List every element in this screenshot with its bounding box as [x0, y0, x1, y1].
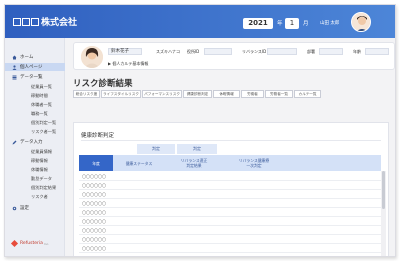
main-content: 鈴木花子 スズキハナコ 役所ID リバランスID 部署 年齢 ▶ 個人カルテ基本… [65, 38, 395, 256]
table-scrollbar[interactable] [381, 171, 386, 256]
health-check-panel: 健康診断判定 判定 判定 年度 健康ステータス リバランス適正 判定結果 リバラ… [73, 122, 389, 256]
section-title: 健康診断判定 [81, 133, 115, 139]
profile-avatar [81, 46, 103, 68]
page-title: リスク診断結果 [73, 79, 133, 89]
table-row[interactable]: 〇〇〇〇〇〇 [79, 235, 381, 244]
scrollbar-thumb[interactable] [382, 171, 385, 209]
top-header-bar: 株式会社 2021 年 1 月 山田 太郎 [5, 5, 395, 38]
sidebar-subitem[interactable]: 稼動情報 [31, 158, 48, 164]
age-label: 年齢 [353, 49, 361, 54]
brand-suffix: Inc. [43, 241, 50, 246]
sidebar-item-personal-page[interactable]: 個人ページ [5, 63, 65, 71]
sidebar-subitem[interactable]: 休職者一覧 [31, 102, 52, 108]
sidebar-item-label: 個人ページ [20, 65, 43, 70]
logo-square-icon [31, 17, 39, 26]
age-field [365, 48, 389, 55]
sidebar-subitem[interactable]: 従業員情報 [31, 149, 52, 155]
month-unit-label: 月 [303, 21, 309, 27]
tab-leave-info[interactable]: 休暇情報 [213, 90, 240, 98]
sidebar-item-settings[interactable]: 設定 [5, 204, 65, 212]
sidebar-item-home[interactable]: ホーム [5, 53, 65, 61]
brand-name: Refusteria [20, 241, 43, 246]
table-row[interactable]: 〇〇〇〇〇〇 [79, 199, 381, 208]
table-row[interactable]: 〇〇〇〇〇〇 [79, 172, 381, 181]
year-unit-label: 年 [277, 21, 283, 27]
company-name: 株式会社 [41, 18, 78, 28]
name-field: 鈴木花子 [108, 48, 142, 55]
group-header: 判定 [177, 144, 217, 154]
company-logo[interactable]: 株式会社 [13, 15, 77, 28]
profile-link-label: 個人カルテ基本情報 [112, 61, 149, 66]
user-avatar-icon [352, 13, 370, 31]
sidebar-subitem[interactable]: 職務一覧 [31, 111, 48, 117]
sidebar-item-label: データ入力 [20, 140, 43, 145]
tab-performance-risk[interactable]: パフォーマンスリスク [142, 90, 182, 98]
sidebar-subitem[interactable]: 個別判定結果 [31, 185, 56, 191]
name-kana: スズキハナコ [156, 49, 180, 54]
profile-basic-info-link[interactable]: ▶ 個人カルテ基本情報 [108, 61, 148, 67]
column-header-health-status: 健康ステータス [125, 160, 153, 166]
sidebar-subitem[interactable]: 勤怠データ [31, 176, 52, 182]
sidebar-subitem[interactable]: 稼動時間 [31, 93, 48, 99]
sidebar-item-data-list[interactable]: データ一覧 [5, 73, 65, 81]
tab-lifestyle-risk[interactable]: ライフスタイルリスク [101, 90, 141, 98]
column-header-revelance-primary: リバランス健康療 一次判定 [238, 158, 270, 168]
table-row[interactable]: 〇〇〇〇〇〇 [79, 208, 381, 217]
sidebar-item-label: 設定 [20, 206, 29, 211]
column-header-revelance-judgement: リバランス適正 判定結果 [180, 158, 208, 168]
sidebar-subitem[interactable]: リスク者一覧 [31, 129, 56, 135]
revelance-id-label: リバランスID [242, 49, 267, 54]
sidebar-subitem[interactable]: 個別判定一覧 [31, 120, 56, 126]
profile-card: 鈴木花子 スズキハナコ 役所ID リバランスID 部署 年齢 ▶ 個人カルテ基本… [73, 42, 395, 70]
section-divider [81, 140, 381, 141]
sidebar-item-label: ホーム [20, 55, 34, 60]
dept-label: 部署 [307, 49, 315, 54]
table-row[interactable]: 〇〇〇〇〇〇 [79, 181, 381, 190]
pencil-icon [12, 140, 17, 145]
user-name[interactable]: 山田 太郎 [320, 20, 339, 26]
sidebar-subitem[interactable]: 休職情報 [31, 167, 48, 173]
position-field [204, 48, 232, 55]
logo-square-icon [22, 17, 30, 26]
sidebar-subitem[interactable]: 従業員一覧 [31, 84, 52, 90]
revelance-id-field [267, 48, 297, 55]
year-selector[interactable]: 2021 [243, 18, 273, 29]
brand-mark-icon [10, 239, 19, 248]
position-label: 役所ID [187, 49, 200, 54]
sidebar-item-data-input[interactable]: データ入力 [5, 138, 65, 146]
logo-square-icon [13, 17, 21, 26]
brand-logo: Refusteria Inc. [10, 239, 50, 248]
column-header-year[interactable]: 年度 [79, 155, 113, 171]
person-icon [12, 64, 17, 70]
result-tabs: 総合リスク度 ライフスタイルリスク パフォーマンスリスク 健康診断判定 休暇情報… [73, 90, 322, 98]
sidebar: ホーム 個人ページ データ一覧 従業員一覧 稼動時間 休職者一覧 職務一覧 個別… [5, 38, 65, 256]
table-row[interactable]: 〇〇〇〇〇〇 [79, 226, 381, 235]
app-window: 株式会社 2021 年 1 月 山田 太郎 ホーム 個人ページ データ一覧 従業… [4, 4, 396, 257]
tab-health-check[interactable]: 健康診断判定 [183, 90, 212, 98]
month-selector[interactable]: 1 [285, 18, 299, 29]
profile-photo-icon [81, 46, 103, 68]
user-avatar[interactable] [351, 12, 371, 32]
sidebar-subitem[interactable]: リスク者 [31, 194, 48, 200]
gear-icon [12, 206, 17, 211]
list-icon [12, 75, 17, 80]
table-row[interactable]: 〇〇〇〇〇〇 [79, 217, 381, 226]
tab-overall-risk[interactable]: 総合リスク度 [73, 90, 100, 98]
table-row[interactable]: 〇〇〇〇〇〇 [79, 244, 381, 253]
tab-chart-list[interactable]: カルテ一覧 [294, 90, 321, 98]
table-row[interactable]: 〇〇〇〇〇〇 [79, 190, 381, 199]
group-header: 判定 [137, 144, 175, 154]
home-icon [12, 55, 17, 60]
tab-workers[interactable]: 労働者 [241, 90, 264, 98]
dept-field [319, 48, 343, 55]
sidebar-item-label: データ一覧 [20, 75, 43, 80]
table-header: 年度 健康ステータス リバランス適正 判定結果 リバランス健康療 一次判定 [79, 155, 381, 171]
tab-labor-list[interactable]: 労務者一覧 [265, 90, 293, 98]
